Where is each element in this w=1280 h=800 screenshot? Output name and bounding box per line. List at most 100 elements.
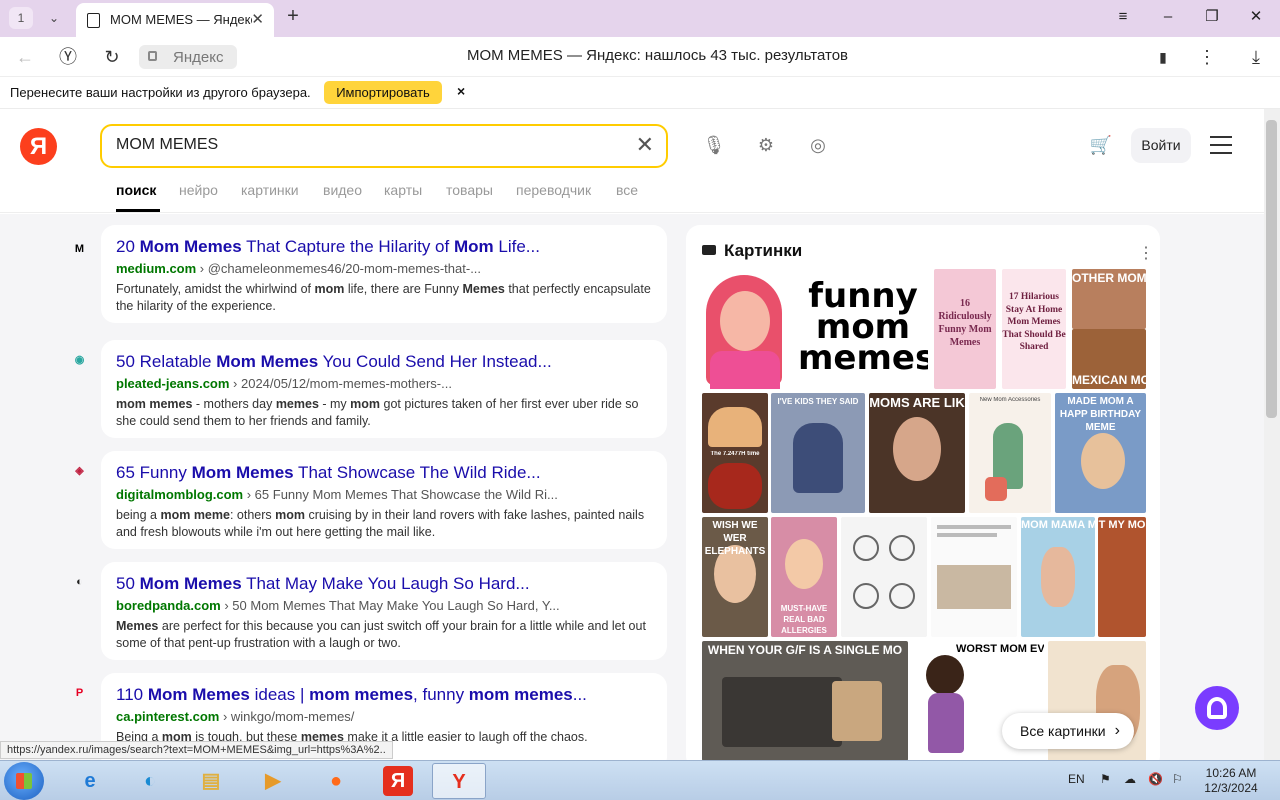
result-url[interactable]: boredpanda.com › 50 Mom Memes That May M…	[116, 598, 656, 613]
result-title-link[interactable]: 20 Mom Memes That Capture the Hilarity o…	[116, 237, 656, 257]
system-clock[interactable]: 10:26 AM 12/3/2024	[1196, 766, 1266, 796]
image-thumb[interactable]: WHEN YOUR G/F IS A SINGLE MO	[702, 641, 908, 760]
image-thumb[interactable]: MOM MAMA M	[1021, 517, 1095, 637]
result-domain[interactable]: medium.com	[116, 261, 196, 276]
result-url[interactable]: ca.pinterest.com › winkgo/mom-memes/	[116, 709, 656, 724]
image-thumb[interactable]: 16 Ridiculously Funny Mom Memes	[934, 269, 996, 389]
import-button[interactable]: Импортировать	[324, 81, 442, 104]
image-thumb[interactable]: 17 Hilarious Stay At Home Mom Memes That…	[1002, 269, 1066, 389]
image-thumb[interactable]: MEXICAN MO	[1072, 329, 1146, 389]
image-thumb[interactable]	[841, 517, 927, 637]
file-explorer-icon[interactable]: ▤	[184, 763, 238, 799]
volume-muted-icon[interactable]: 🔇	[1148, 772, 1163, 786]
firefox-icon[interactable]: ●	[309, 763, 363, 799]
image-thumb[interactable]: The 7.2477H time	[702, 393, 768, 513]
yandex-browser-icon[interactable]: Y	[432, 763, 486, 799]
result-favicon[interactable]: ◈	[72, 464, 87, 479]
result-snippet-part: life, there are Funny	[344, 282, 463, 296]
camera-search-icon[interactable]: ◎	[805, 135, 831, 159]
result-path[interactable]: › 50 Mom Memes That May Make You Laugh S…	[221, 598, 559, 613]
image-thumb[interactable]: WISH WE WER ELEPHANTS	[702, 517, 768, 637]
result-url[interactable]: medium.com › @chameleonmemes46/20-mom-me…	[116, 261, 656, 276]
cart-icon[interactable]: 🛒	[1088, 135, 1114, 159]
address-title[interactable]: MOM MEMES — Яндекс: нашлось 43 тыс. резу…	[380, 47, 935, 64]
downloads-icon[interactable]: ⤓	[1243, 45, 1269, 69]
new-tab-plus-icon[interactable]: +	[282, 6, 304, 28]
bookmark-icon[interactable]: ▮	[1150, 45, 1176, 69]
result-title-link[interactable]: 50 Relatable Mom Memes You Could Send He…	[116, 352, 656, 372]
result-favicon[interactable]: M	[72, 242, 87, 257]
edge-icon[interactable]: ◐	[123, 763, 177, 799]
browser-tab[interactable]: MOM MEMES — Яндекс ✕	[76, 3, 274, 37]
network-icon[interactable]: ☁	[1124, 772, 1136, 786]
images-more-icon[interactable]: ⋮	[1138, 243, 1154, 263]
image-thumb[interactable]: MADE MOM A HAPP BIRTHDAY MEME	[1055, 393, 1146, 513]
tab-search[interactable]: поиск	[116, 182, 156, 198]
start-button[interactable]	[4, 762, 44, 800]
image-thumb[interactable]	[931, 517, 1017, 637]
back-arrow-icon[interactable]: ←	[12, 45, 38, 69]
result-domain[interactable]: digitalmomblog.com	[116, 487, 243, 502]
all-images-button[interactable]: Все картинки ›	[1002, 713, 1134, 749]
microphone-icon[interactable]: 🎙	[701, 135, 727, 159]
hamburger-menu-icon[interactable]	[1210, 136, 1232, 154]
result-domain[interactable]: ca.pinterest.com	[116, 709, 219, 724]
image-thumb[interactable]: OTHER MOM	[1072, 269, 1146, 329]
result-url[interactable]: digitalmomblog.com › 65 Funny Mom Memes …	[116, 487, 656, 502]
search-input[interactable]	[116, 136, 616, 154]
tab-products[interactable]: товары	[446, 182, 493, 198]
result-snippet-part: mom meme	[160, 508, 230, 522]
images-heading[interactable]: Картинки	[724, 241, 802, 261]
tab-close-icon[interactable]: ✕	[251, 10, 264, 28]
restore-icon[interactable]: ❐	[1197, 6, 1227, 28]
image-thumb[interactable]: New Mom Accessories	[969, 393, 1051, 513]
more-menu-icon[interactable]: ⋮	[1194, 45, 1220, 69]
tab-video[interactable]: видео	[323, 182, 362, 198]
site-chip[interactable]: Яндекс	[139, 45, 237, 69]
image-thumb[interactable]: I'VE KIDS THEY SAID	[771, 393, 865, 513]
filters-icon[interactable]: ⚙	[753, 135, 779, 159]
image-thumb[interactable]: T MY MO	[1098, 517, 1146, 637]
media-player-icon[interactable]: ▶	[246, 763, 300, 799]
yandex-red-icon[interactable]: Я	[371, 763, 425, 799]
reload-icon[interactable]: ↻	[99, 45, 125, 69]
result-favicon[interactable]: ◉	[72, 353, 87, 368]
tab-translator[interactable]: переводчик	[516, 182, 591, 198]
tab-neuro[interactable]: нейро	[179, 182, 218, 198]
image-thumb[interactable]: MUST-HAVE REAL BAD ALLERGIES	[771, 517, 837, 637]
internet-explorer-icon[interactable]: e	[63, 763, 117, 799]
result-path[interactable]: › 65 Funny Mom Memes That Showcase the W…	[243, 487, 558, 502]
result-path[interactable]: › @chameleonmemes46/20-mom-memes-that-..…	[196, 261, 481, 276]
tab-all[interactable]: все	[616, 182, 638, 198]
result-domain[interactable]: pleated-jeans.com	[116, 376, 229, 391]
image-thumb[interactable]: funny mom memes	[798, 269, 928, 389]
minimize-icon[interactable]: –	[1153, 6, 1183, 28]
tab-maps[interactable]: карты	[384, 182, 422, 198]
yandex-logo[interactable]: Я	[20, 128, 57, 165]
login-button[interactable]: Войти	[1131, 128, 1191, 163]
result-url[interactable]: pleated-jeans.com › 2024/05/12/mom-memes…	[116, 376, 656, 391]
tab-list-chevron-icon[interactable]: ⌄	[42, 7, 66, 29]
result-title-link[interactable]: 110 Mom Memes ideas | mom memes, funny m…	[116, 685, 656, 705]
infobar-close-icon[interactable]: ×	[457, 83, 465, 99]
yandex-y-icon[interactable]: Ⓨ	[55, 45, 81, 69]
result-favicon[interactable]: ◐	[72, 575, 87, 590]
alice-assistant-icon[interactable]	[1195, 686, 1239, 730]
language-indicator[interactable]: EN	[1068, 772, 1085, 786]
result-title-link[interactable]: 65 Funny Mom Memes That Showcase The Wil…	[116, 463, 656, 483]
scrollbar-thumb[interactable]	[1266, 120, 1277, 418]
close-window-icon[interactable]: ✕	[1241, 6, 1271, 28]
action-center-icon[interactable]: ⚑	[1100, 772, 1111, 786]
browser-menu-icon[interactable]: ≡	[1108, 6, 1138, 28]
tab-images[interactable]: картинки	[241, 182, 299, 198]
search-box[interactable]: ✕	[100, 124, 668, 168]
result-favicon[interactable]: P	[72, 686, 87, 701]
result-path[interactable]: › 2024/05/12/mom-memes-mothers-...	[229, 376, 452, 391]
image-thumb[interactable]: MOMS ARE LIK	[869, 393, 965, 513]
flag-icon[interactable]: ⚐	[1172, 772, 1183, 786]
clear-search-icon[interactable]: ✕	[636, 134, 654, 156]
tab-counter[interactable]: 1	[9, 7, 33, 29]
result-path[interactable]: › winkgo/mom-memes/	[219, 709, 354, 724]
result-title-link[interactable]: 50 Mom Memes That May Make You Laugh So …	[116, 574, 656, 594]
result-domain[interactable]: boredpanda.com	[116, 598, 221, 613]
